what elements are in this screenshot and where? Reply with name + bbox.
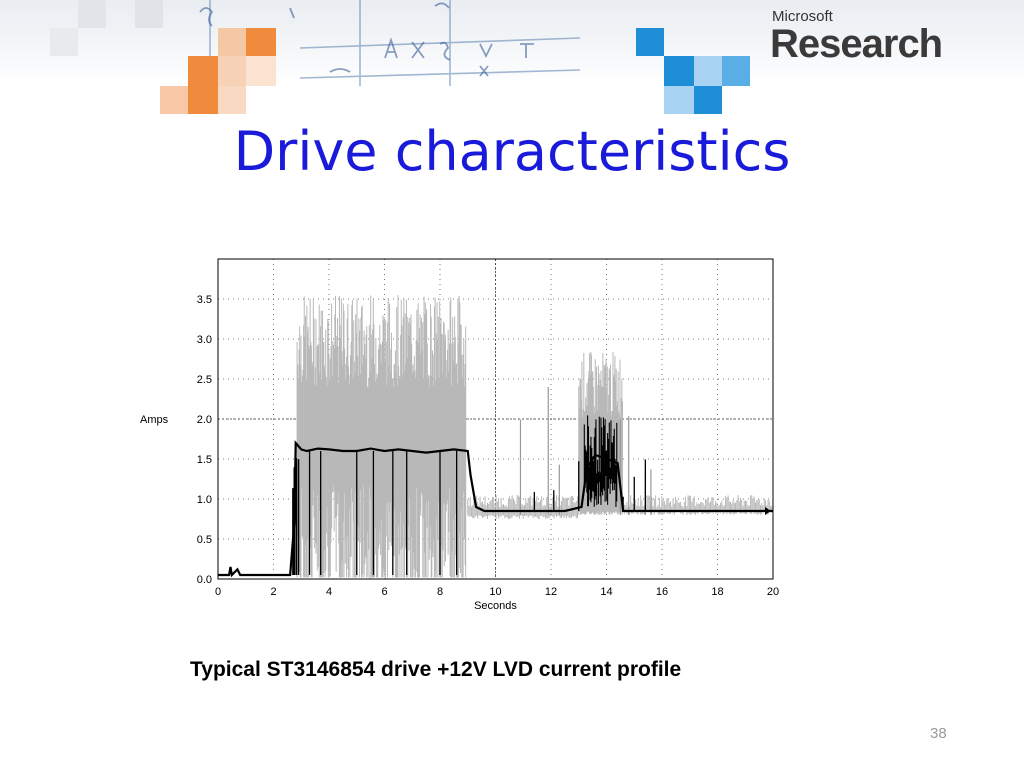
y-tick-label: 1.0: [197, 494, 212, 506]
chart-x-ticks: 0 2 4 6 8 10 12 14 16 18 20: [215, 586, 779, 598]
x-tick-label: 10: [489, 586, 501, 598]
x-tick-label: 12: [545, 586, 557, 598]
decor-square: [664, 56, 694, 86]
y-tick-label: 3.5: [197, 294, 212, 306]
x-tick-label: 18: [711, 586, 723, 598]
y-tick-label: 0.0: [197, 574, 212, 586]
decor-square: [218, 56, 246, 86]
decor-square: [694, 56, 722, 86]
x-tick-label: 16: [656, 586, 668, 598]
current-profile-chart: 0 2 4 6 8 10 12 14 16 18 20 0.0 0.5 1.0 1.5 2.0 2.5 3.0 3…: [140, 258, 779, 612]
decor-square: [160, 86, 188, 114]
x-tick-label: 0: [215, 586, 221, 598]
decor-square: [218, 86, 246, 114]
y-tick-label: 2.0: [197, 414, 212, 426]
page-number: 38: [930, 725, 947, 742]
y-tick-label: 2.5: [197, 374, 212, 386]
y-tick-label: 0.5: [197, 534, 212, 546]
logo-research-text: Research: [770, 22, 943, 66]
header-banner: Microsoft Research: [0, 0, 1024, 86]
decor-square: [636, 28, 664, 56]
decor-square: [246, 28, 276, 56]
x-axis-label: Seconds: [474, 600, 517, 612]
y-axis-label: Amps: [140, 414, 169, 426]
decor-square: [218, 28, 246, 56]
decor-square: [78, 0, 106, 28]
slide-title: Drive characteristics: [233, 120, 791, 183]
chart-caption: Typical ST3146854 drive +12V LVD current…: [190, 658, 682, 681]
decor-square: [135, 0, 163, 28]
x-tick-label: 8: [437, 586, 443, 598]
y-tick-label: 1.5: [197, 454, 212, 466]
microsoft-research-logo: Microsoft Research: [770, 8, 970, 72]
decor-square: [722, 56, 750, 86]
x-tick-label: 6: [381, 586, 387, 598]
decor-square: [188, 56, 218, 86]
decor-square: [50, 28, 78, 56]
x-tick-label: 14: [600, 586, 612, 598]
y-tick-label: 3.0: [197, 334, 212, 346]
x-tick-label: 2: [270, 586, 276, 598]
decor-square: [664, 86, 694, 114]
chart-envelope-series: [296, 295, 773, 579]
decor-square: [188, 86, 218, 114]
decor-square: [246, 56, 276, 86]
x-tick-label: 20: [767, 586, 779, 598]
decor-square: [694, 86, 722, 114]
chart-y-ticks: 0.0 0.5 1.0 1.5 2.0 2.5 3.0 3.5: [197, 294, 212, 586]
x-tick-label: 4: [326, 586, 332, 598]
